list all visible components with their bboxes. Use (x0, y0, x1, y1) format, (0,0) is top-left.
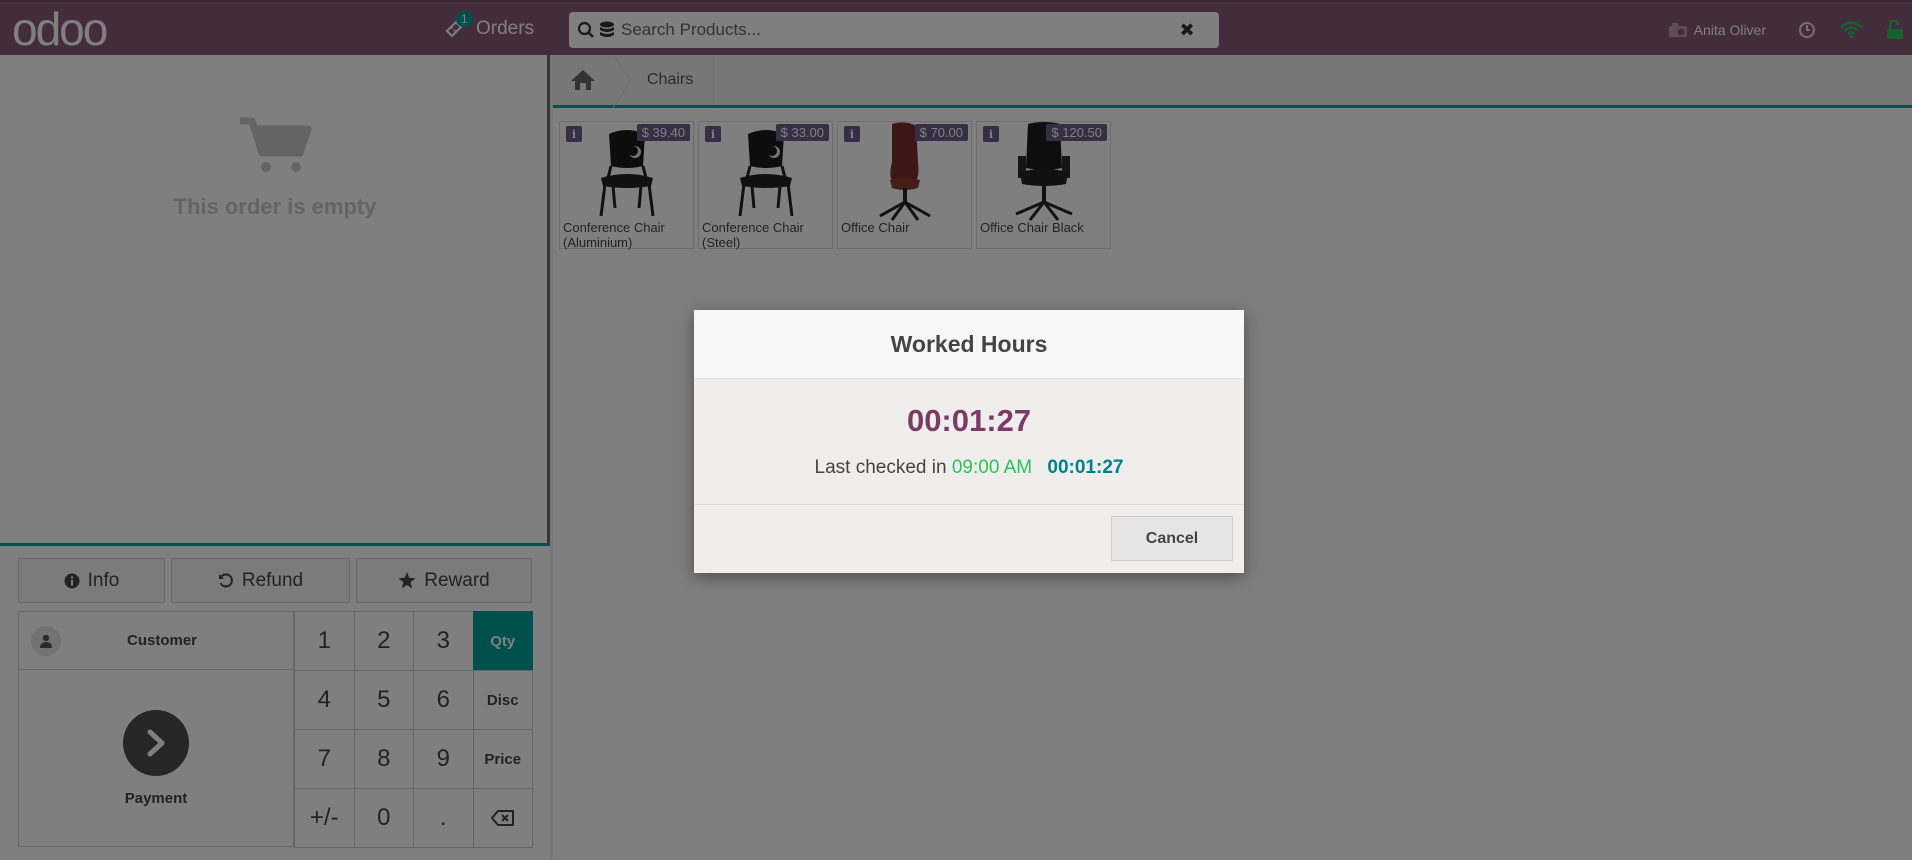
checked-in-time: 09:00 AM (951, 457, 1033, 478)
worked-hours-dialog: Worked Hours 00:01:27 Last checked in 09… (694, 310, 1244, 573)
elapsed-time: 00:01:27 (906, 403, 1032, 438)
dialog-title: Worked Hours (694, 310, 1244, 379)
dialog-body: 00:01:27 Last checked in 09:00 AM 00:01:… (694, 379, 1244, 505)
checked-in-prefix: Last checked in (814, 457, 947, 478)
cancel-button[interactable]: Cancel (1111, 516, 1233, 561)
dialog-footer: Cancel (694, 505, 1244, 572)
checked-in-duration: 00:01:27 (1047, 457, 1124, 478)
last-checked-in: Last checked in 09:00 AM 00:01:27 (694, 457, 1244, 479)
